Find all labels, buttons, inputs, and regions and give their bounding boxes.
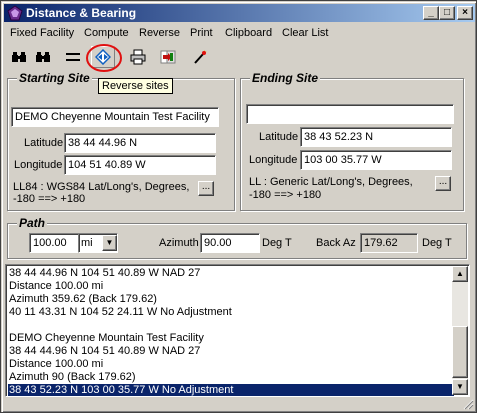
print-button[interactable] [126,46,150,68]
starting-latitude-label: Latitude [24,137,64,149]
back-azimuth-unit-label: Deg T [422,237,452,249]
menu-clipboard[interactable]: Clipboard [225,26,272,40]
distance-field[interactable]: 100.00 [29,233,79,253]
menu-reverse[interactable]: Reverse [139,26,180,40]
list-item[interactable]: 38 44 44.96 N 104 51 40.89 W NAD 27 [9,267,200,280]
list-item[interactable]: Azimuth 359.62 (Back 179.62) [9,293,157,306]
wand-icon [194,50,207,64]
path-title: Path [17,216,48,230]
highlight-circle [86,44,122,72]
chevron-down-icon: ▼ [105,238,114,247]
scroll-down-button[interactable]: ▼ [452,379,468,395]
app-icon [7,5,23,21]
menu-fixed-facility[interactable]: Fixed Facility [10,26,74,40]
distance-unit-spin-button[interactable]: ▼ [102,235,117,251]
ending-datum-browse-button[interactable]: ... [435,176,451,191]
starting-site-title: Starting Site [17,71,92,85]
list-item[interactable]: 40 11 43.31 N 104 52 24.11 W No Adjustme… [9,306,232,319]
equals-icon [66,53,80,61]
results-list[interactable]: 38 44 44.96 N 104 51 40.89 W NAD 27 Dist… [5,264,470,397]
starting-datum-line1: LL84 : WGS84 Lat/Long's, Degrees, [13,181,190,193]
path-group: Path 100.00 mi ▼ Azimuth 90.00 Deg T Bac… [7,216,467,259]
swap-icon [160,50,176,64]
ending-site-name-field[interactable] [246,104,454,124]
starting-datum-line2: -180 ==> +180 [13,193,86,205]
ending-datum-line1: LL : Generic Lat/Long's, Degrees, [249,176,413,188]
ending-datum-line2: -180 ==> +180 [249,189,322,201]
starting-longitude-field[interactable]: 104 51 40.89 W [64,155,216,175]
chevron-up-icon: ▲ [456,269,464,278]
reverse-sites-tooltip: Reverse sites [98,78,173,94]
ending-latitude-field[interactable]: 38 43 52.23 N [300,127,452,147]
ending-longitude-field[interactable]: 103 00 35.77 W [300,150,452,170]
wand-button[interactable] [188,46,212,68]
results-scrollbar[interactable]: ▲ ▼ [452,266,468,395]
toolbar [4,43,475,73]
list-item[interactable]: 38 44 44.96 N 104 51 40.89 W NAD 27 [9,345,200,358]
starting-datum-browse-button[interactable]: ... [198,181,214,196]
menu-print[interactable]: Print [190,26,213,40]
ending-site-title: Ending Site [250,71,320,85]
find-end-button[interactable] [31,46,55,68]
starting-longitude-label: Longitude [14,159,63,171]
menu-compute[interactable]: Compute [84,26,129,40]
back-azimuth-field: 179.62 [360,233,418,253]
list-item[interactable]: DEMO Cheyenne Mountain Test Facility [9,332,204,345]
find-start-button[interactable] [7,46,31,68]
binoculars-icon [36,52,50,62]
azimuth-label: Azimuth [159,237,199,249]
starting-site-name-field[interactable]: DEMO Cheyenne Mountain Test Facility [11,107,219,127]
maximize-button[interactable]: □ [439,6,455,20]
list-item[interactable]: Distance 100.00 mi [9,358,103,371]
printer-icon [130,49,146,65]
ending-site-group: Ending Site Latitude 38 43 52.23 N Longi… [240,71,464,211]
resize-grip-icon[interactable] [462,398,474,410]
ending-longitude-label: Longitude [249,154,298,166]
minimize-button[interactable]: _ [423,6,439,20]
back-azimuth-label: Back Az [316,237,356,249]
list-item-selected[interactable]: 38 43 52.23 N 103 00 35.77 W No Adjustme… [8,384,454,396]
starting-site-group: Starting Site DEMO Cheyenne Mountain Tes… [7,71,235,211]
list-item[interactable]: Azimuth 90 (Back 179.62) [9,371,136,384]
azimuth-unit-label: Deg T [262,237,292,249]
menu-clear-list[interactable]: Clear List [282,26,328,40]
status-bar [4,399,475,411]
window-title: Distance & Bearing [26,6,137,20]
azimuth-field[interactable]: 90.00 [200,233,260,253]
chevron-down-icon: ▼ [456,382,464,391]
menu-bar: Fixed Facility Compute Reverse Print Cli… [4,24,475,42]
compute-button[interactable] [61,46,85,68]
starting-latitude-field[interactable]: 38 44 44.96 N [64,133,216,153]
binoculars-icon [12,52,26,62]
list-item[interactable]: Distance 100.00 mi [9,280,103,293]
scroll-thumb[interactable] [452,326,468,378]
distance-unit-value: mi [81,237,93,249]
main-window: Distance & Bearing _ □ × Fixed Facility … [0,0,477,413]
swap-button[interactable] [156,46,180,68]
ending-latitude-label: Latitude [259,131,299,143]
title-bar[interactable]: Distance & Bearing _ □ × [4,4,475,22]
scroll-up-button[interactable]: ▲ [452,266,468,282]
close-button[interactable]: × [457,6,473,20]
